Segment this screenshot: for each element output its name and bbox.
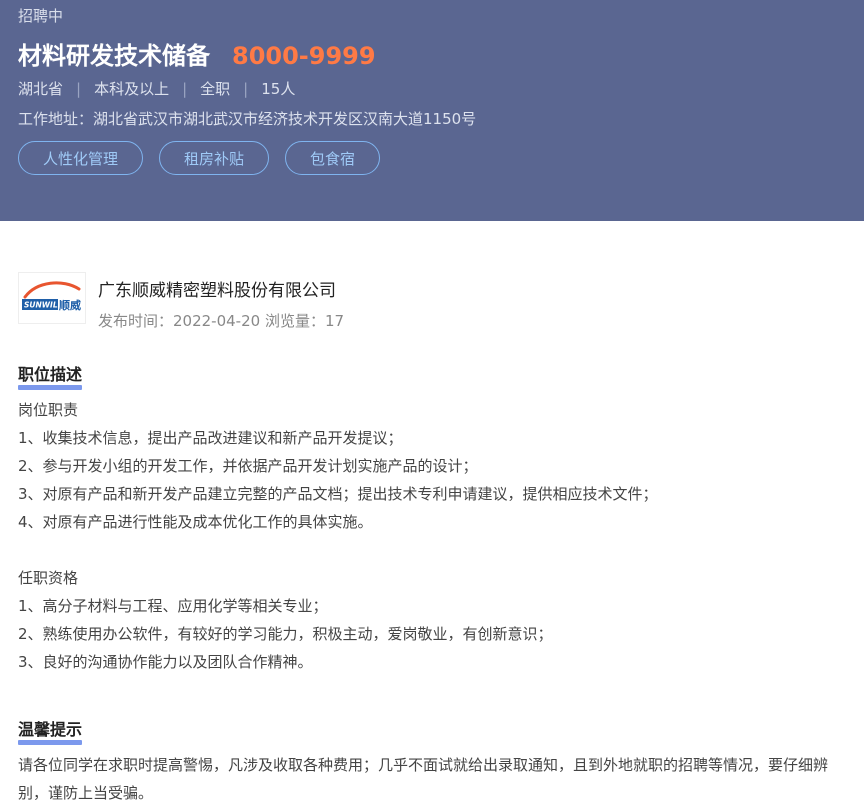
duty-item: 3、对原有产品和新开发产品建立完整的产品文档；提出技术专利申请建议，提供相应技术…	[18, 485, 658, 503]
duty-item: 4、对原有产品进行性能及成本优化工作的具体实施。	[18, 513, 373, 531]
requirements-block: 任职资格 1、高分子材料与工程、应用化学等相关专业； 2、熟练使用办公软件，有较…	[18, 564, 553, 676]
benefit-tags: 人性化管理 租房补贴 包食宿	[18, 141, 396, 175]
meta-separator: |	[243, 79, 249, 98]
headcount: 15人	[261, 80, 296, 98]
requirements-title: 任职资格	[18, 569, 79, 587]
duty-item: 1、收集技术信息，提出产品改进建议和新产品开发提议；	[18, 429, 403, 447]
education: 本科及以上	[94, 80, 170, 98]
job-meta: 湖北省 | 本科及以上 | 全职 | 15人	[18, 78, 295, 99]
duties-title: 岗位职责	[18, 401, 79, 419]
logo-text-en: SUNWILL	[24, 301, 63, 310]
job-type: 全职	[200, 80, 231, 98]
heading-underline	[18, 385, 83, 390]
tips-heading: 温馨提示	[18, 716, 83, 745]
title-row: 材料研发技术储备 8000-9999	[18, 36, 376, 71]
requirement-item: 1、高分子材料与工程、应用化学等相关专业；	[18, 597, 328, 615]
location: 湖北省	[18, 80, 64, 98]
job-description-heading-text: 职位描述	[18, 365, 83, 384]
job-description-heading: 职位描述	[18, 361, 83, 390]
tips-heading-text: 温馨提示	[18, 720, 83, 739]
work-address: 工作地址：湖北省武汉市湖北武汉市经济技术开发区汉南大道1150号	[18, 110, 477, 128]
job-header: 招聘中 材料研发技术储备 8000-9999 湖北省 | 本科及以上 | 全职 …	[0, 0, 864, 221]
requirement-item: 2、熟练使用办公软件，有较好的学习能力，积极主动，爱岗敬业，有创新意识；	[18, 625, 553, 643]
company-logo[interactable]: SUNWILL 顺威	[18, 272, 86, 324]
salary: 8000-9999	[232, 42, 376, 70]
benefit-tag: 人性化管理	[18, 141, 144, 175]
publish-meta: 发布时间：2022-04-20 浏览量：17	[98, 312, 345, 330]
duties-block: 岗位职责 1、收集技术信息，提出产品改进建议和新产品开发提议； 2、参与开发小组…	[18, 396, 658, 536]
sunwill-logo-icon: SUNWILL 顺威	[22, 281, 81, 312]
tips-text: 请各位同学在求职时提高警惕，凡涉及收取各种费用；几乎不面试就给出录取通知，且到外…	[18, 756, 829, 802]
heading-underline	[18, 740, 83, 745]
benefit-tag: 包食宿	[285, 141, 381, 175]
job-title: 材料研发技术储备	[18, 42, 210, 70]
duty-item: 2、参与开发小组的开发工作，并依据产品开发计划实施产品的设计；	[18, 457, 478, 475]
meta-separator: |	[76, 79, 82, 98]
requirement-item: 3、良好的沟通协作能力以及团队合作精神。	[18, 653, 313, 671]
meta-separator: |	[182, 79, 188, 98]
logo-text-cn: 顺威	[59, 298, 81, 312]
company-name[interactable]: 广东顺威精密塑料股份有限公司	[98, 276, 336, 301]
benefit-tag: 租房补贴	[159, 141, 270, 175]
recruiting-status: 招聘中	[18, 7, 64, 25]
